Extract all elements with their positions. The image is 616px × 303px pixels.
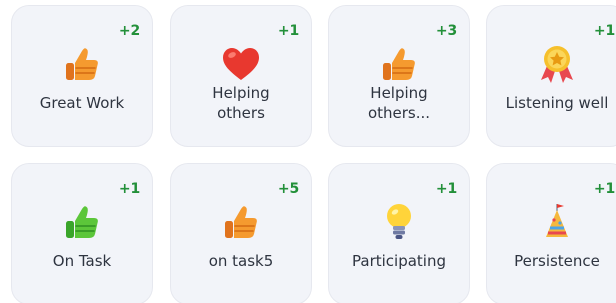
- skill-label: Listening well: [505, 94, 609, 112]
- skill-label: On Task: [52, 252, 112, 270]
- skill-label: Participating: [352, 252, 446, 270]
- skill-card-listening-well[interactable]: +1 Listening well: [486, 5, 616, 147]
- skill-card-helping-others-2[interactable]: +3 Helping others...: [328, 5, 470, 147]
- thumbs-up-icon: [377, 42, 421, 86]
- heart-icon: [219, 42, 263, 86]
- thumbs-up-icon: [219, 200, 263, 244]
- skill-label: on task5: [208, 252, 274, 270]
- points-badge: +5: [277, 181, 299, 197]
- points-badge: +1: [277, 23, 299, 39]
- skill-card-helping-others[interactable]: +1 Helping others: [170, 5, 312, 147]
- thumbs-up-icon: [60, 42, 104, 86]
- points-badge: +2: [118, 23, 140, 39]
- thumbs-up-icon: [60, 200, 104, 244]
- skill-label: Helping others...: [367, 84, 431, 122]
- skill-card-great-work[interactable]: +2 Great Work: [11, 5, 153, 147]
- skill-label: Persistence: [514, 252, 600, 270]
- points-badge: +1: [593, 23, 615, 39]
- skill-card-on-task5[interactable]: +5 on task5: [170, 163, 312, 303]
- skill-label: Great Work: [39, 94, 125, 112]
- skill-card-persistence[interactable]: +1 Persistence: [486, 163, 616, 303]
- skill-card-participating[interactable]: +1 Participating: [328, 163, 470, 303]
- points-badge: +1: [593, 181, 615, 197]
- points-badge: +3: [435, 23, 457, 39]
- points-badge: +1: [118, 181, 140, 197]
- skill-label: Helping others: [212, 84, 270, 122]
- light-bulb-icon: [377, 200, 421, 244]
- party-hat-icon: [535, 200, 579, 244]
- medal-icon: [535, 42, 579, 86]
- skill-card-on-task[interactable]: +1 On Task: [11, 163, 153, 303]
- feedback-skills-grid: +2 Great Work +1 Helping others +3 Helpi…: [0, 0, 616, 303]
- points-badge: +1: [435, 181, 457, 197]
